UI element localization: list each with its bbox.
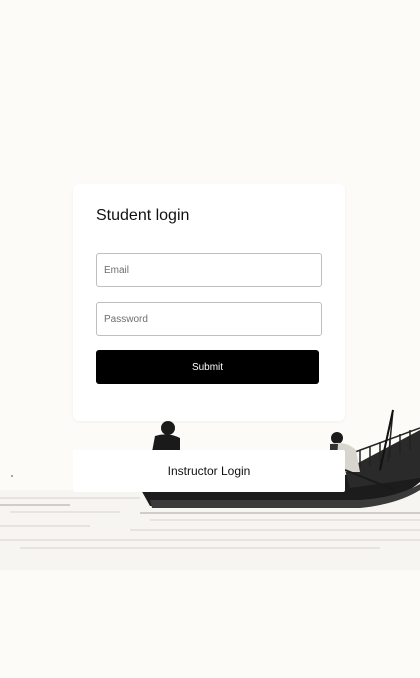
email-input[interactable] [96,253,322,287]
card-title: Student login [96,207,190,224]
instructor-login-button[interactable]: Instructor Login [73,450,345,492]
password-input[interactable] [96,302,322,336]
submit-button[interactable]: Submit [96,350,319,384]
login-page: Student login Submit Instructor Login [0,0,420,678]
student-login-card: Student login Submit [73,184,345,421]
